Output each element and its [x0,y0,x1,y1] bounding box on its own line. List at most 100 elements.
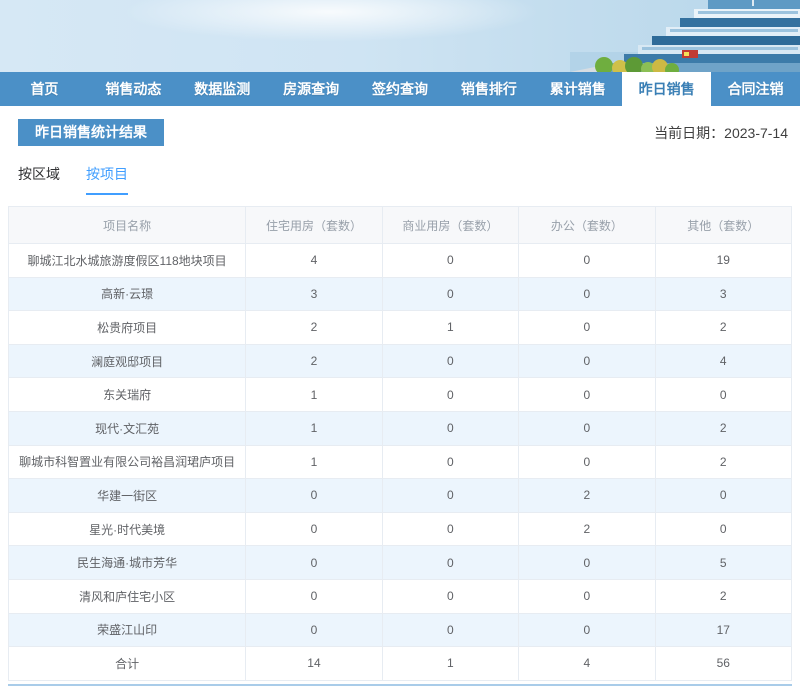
count-cell: 0 [382,512,518,546]
count-cell: 4 [655,344,791,378]
current-date-label: 当前日期： [654,125,724,141]
count-cell: 0 [519,546,655,580]
count-cell: 4 [246,244,382,278]
project-name-cell: 高新·云璟 [9,277,246,311]
table-row: 高新·云璟3003 [9,277,792,311]
count-cell: 0 [382,378,518,412]
city-building-illustration [570,0,800,72]
sales-table: 项目名称住宅用房（套数）商业用房（套数）办公（套数）其他（套数） 聊城江北水城旅… [8,206,792,681]
count-cell: 0 [246,512,382,546]
bottom-divider [8,684,792,686]
count-cell: 0 [382,613,518,647]
count-cell: 0 [382,244,518,278]
count-cell: 0 [519,311,655,345]
count-cell: 0 [519,277,655,311]
nav-item-4[interactable]: 房源查询 [267,72,356,106]
content-header: 昨日销售统计结果 当前日期：2023-7-14 [8,119,792,146]
count-cell: 1 [382,647,518,681]
main-nav: 首页销售动态数据监测房源查询签约查询销售排行累计销售昨日销售合同注销 [0,72,800,106]
header-banner [0,0,800,72]
count-cell: 0 [382,445,518,479]
count-cell: 0 [246,546,382,580]
nav-item-3[interactable]: 数据监测 [178,72,267,106]
table-row: 星光·时代美境0020 [9,512,792,546]
count-cell: 0 [519,244,655,278]
count-cell: 3 [246,277,382,311]
table-row: 现代·文汇苑1002 [9,411,792,445]
table-row: 合计141456 [9,647,792,681]
count-cell: 0 [246,613,382,647]
column-header-4: 办公（套数） [519,207,655,244]
count-cell: 3 [655,277,791,311]
project-name-cell: 聊城江北水城旅游度假区118地块项目 [9,244,246,278]
view-tabs: 按区域按项目 [18,164,792,195]
project-name-cell: 东关瑞府 [9,378,246,412]
count-cell: 1 [246,445,382,479]
count-cell: 0 [655,378,791,412]
count-cell: 0 [382,344,518,378]
project-name-cell: 松贵府项目 [9,311,246,345]
project-name-cell: 聊城市科智置业有限公司裕昌润珺庐项目 [9,445,246,479]
page-title: 昨日销售统计结果 [18,119,164,146]
table-row: 民生海通·城市芳华0005 [9,546,792,580]
count-cell: 0 [519,445,655,479]
project-name-cell: 现代·文汇苑 [9,411,246,445]
project-name-cell: 华建一街区 [9,479,246,513]
project-name-cell: 合计 [9,647,246,681]
nav-item-9[interactable]: 合同注销 [711,72,800,106]
count-cell: 0 [519,378,655,412]
count-cell: 0 [246,579,382,613]
project-name-cell: 澜庭观邸项目 [9,344,246,378]
table-row: 澜庭观邸项目2004 [9,344,792,378]
count-cell: 1 [246,411,382,445]
count-cell: 0 [519,613,655,647]
nav-item-8[interactable]: 昨日销售 [622,72,711,106]
table-row: 松贵府项目2102 [9,311,792,345]
table-row: 华建一街区0020 [9,479,792,513]
count-cell: 0 [382,546,518,580]
table-row: 东关瑞府1000 [9,378,792,412]
table-row: 聊城江北水城旅游度假区118地块项目40019 [9,244,792,278]
nav-item-1[interactable]: 首页 [0,72,89,106]
count-cell: 2 [246,311,382,345]
count-cell: 2 [655,311,791,345]
nav-item-2[interactable]: 销售动态 [89,72,178,106]
count-cell: 2 [655,411,791,445]
count-cell: 0 [382,411,518,445]
count-cell: 19 [655,244,791,278]
count-cell: 2 [246,344,382,378]
project-name-cell: 民生海通·城市芳华 [9,546,246,580]
project-name-cell: 荣盛江山印 [9,613,246,647]
nav-item-5[interactable]: 签约查询 [356,72,445,106]
count-cell: 0 [655,512,791,546]
count-cell: 0 [519,344,655,378]
count-cell: 1 [246,378,382,412]
count-cell: 1 [382,311,518,345]
project-name-cell: 星光·时代美境 [9,512,246,546]
column-header-2: 住宅用房（套数） [246,207,382,244]
project-name-cell: 清风和庐住宅小区 [9,579,246,613]
count-cell: 2 [519,512,655,546]
tab-1[interactable]: 按区域 [18,164,60,195]
count-cell: 0 [655,479,791,513]
count-cell: 56 [655,647,791,681]
nav-item-7[interactable]: 累计销售 [533,72,622,106]
count-cell: 4 [519,647,655,681]
table-body: 聊城江北水城旅游度假区118地块项目40019高新·云璟3003松贵府项目210… [9,244,792,681]
nav-item-6[interactable]: 销售排行 [444,72,533,106]
count-cell: 14 [246,647,382,681]
table-row: 荣盛江山印00017 [9,613,792,647]
count-cell: 2 [655,445,791,479]
column-header-5: 其他（套数） [655,207,791,244]
content-area: 昨日销售统计结果 当前日期：2023-7-14 按区域按项目 项目名称住宅用房（… [0,119,800,686]
count-cell: 5 [655,546,791,580]
column-header-1: 项目名称 [9,207,246,244]
count-cell: 0 [519,411,655,445]
column-header-3: 商业用房（套数） [382,207,518,244]
table-row: 聊城市科智置业有限公司裕昌润珺庐项目1002 [9,445,792,479]
count-cell: 0 [519,579,655,613]
count-cell: 0 [382,579,518,613]
table-header-row: 项目名称住宅用房（套数）商业用房（套数）办公（套数）其他（套数） [9,207,792,244]
tab-2[interactable]: 按项目 [86,164,128,195]
current-date: 当前日期：2023-7-14 [654,123,790,143]
